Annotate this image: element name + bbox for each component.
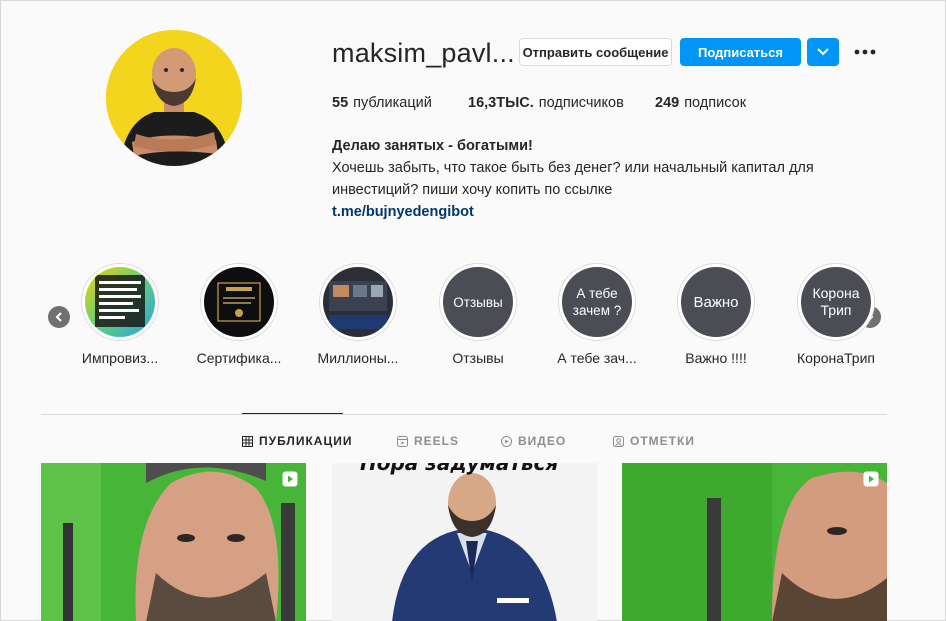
tab-label: ВИДЕО (518, 434, 567, 448)
reel-icon (863, 471, 879, 487)
highlight-item[interactable]: Импровиз... (60, 263, 180, 366)
post-image (622, 463, 887, 621)
highlight-cover: Важно (677, 263, 755, 341)
tab-tagged[interactable]: ОТМЕТКИ (613, 434, 695, 448)
highlight-cover-image (204, 267, 274, 337)
tab-label: ОТМЕТКИ (630, 434, 695, 448)
highlight-cover: Корона Трип (797, 263, 875, 341)
highlight-cover-text: Важно (681, 267, 751, 337)
highlight-label: КоронаТрип (797, 350, 875, 366)
highlight-item[interactable]: Важно Важно !!!! (656, 263, 776, 366)
follow-button[interactable]: Подписаться (680, 38, 801, 66)
stat-label: подписок (684, 95, 747, 111)
reel-icon (282, 471, 298, 487)
bio-line: Хочешь забыть, что такое быть без денег?… (332, 160, 814, 176)
highlight-item[interactable]: Миллионы... (298, 263, 418, 366)
more-options-button[interactable] (851, 39, 879, 65)
highlight-item[interactable]: Сертифика... (179, 263, 299, 366)
highlight-label: Важно !!!! (685, 350, 747, 366)
stat-followers[interactable]: 16,3ТЫС. подписчиков (468, 95, 655, 111)
tab-video[interactable]: ВИДЕО (501, 434, 566, 448)
stat-posts: 55 публикаций (332, 95, 468, 111)
highlight-cover-text: Отзывы (443, 267, 513, 337)
tabs-divider (41, 414, 887, 415)
highlight-cover (200, 263, 278, 341)
post-caption-text: Пора задуматься (360, 463, 559, 475)
highlight-cover (319, 263, 397, 341)
grid-icon (242, 435, 253, 447)
post-tile[interactable] (622, 463, 887, 621)
profile-bio: Делаю занятых - богатыми! Хочешь забыть,… (332, 135, 814, 223)
highlight-label: Импровиз... (81, 350, 159, 366)
highlight-cover-text: Корона Трип (801, 267, 871, 337)
highlight-label: А тебе зач... (557, 350, 637, 366)
highlight-cover-image (85, 267, 155, 337)
highlight-cover: Отзывы (439, 263, 517, 341)
highlight-item[interactable]: А тебе зачем ? А тебе зач... (537, 263, 657, 366)
tab-reels[interactable]: REELS (397, 434, 459, 448)
profile-stats: 55 публикаций 16,3ТЫС. подписчиков 249 п… (332, 95, 746, 111)
profile-username: maksim_pavl... (332, 38, 515, 68)
highlight-cover-image (323, 267, 393, 337)
highlight-cover: А тебе зачем ? (558, 263, 636, 341)
active-tab-indicator (242, 413, 343, 414)
stat-label: публикаций (353, 95, 432, 111)
highlight-label: Миллионы... (317, 350, 399, 366)
profile-avatar[interactable] (106, 30, 242, 166)
suggestions-dropdown-button[interactable] (807, 38, 839, 66)
tab-label: ПУБЛИКАЦИИ (259, 434, 353, 448)
highlight-label: Сертифика... (196, 350, 282, 366)
video-icon (501, 435, 512, 447)
highlight-item[interactable]: Корона Трип КоронаТрип (776, 263, 896, 366)
bio-title: Делаю занятых - богатыми! (332, 138, 533, 154)
post-image (332, 463, 597, 621)
highlight-cover (81, 263, 159, 341)
reels-icon (397, 435, 408, 447)
bio-link[interactable]: t.me/bujnyedengibot (332, 201, 814, 223)
tab-label: REELS (414, 434, 460, 448)
stat-label: подписчиков (538, 95, 624, 111)
chevron-down-icon (817, 48, 829, 56)
post-image (41, 463, 306, 621)
tab-posts[interactable]: ПУБЛИКАЦИИ (242, 434, 352, 448)
stat-count: 16,3ТЫС. (468, 95, 534, 111)
post-tile[interactable]: Пора задуматься (332, 463, 597, 621)
highlight-cover-text: А тебе зачем ? (562, 267, 632, 337)
send-message-button[interactable]: Отправить сообщение (519, 38, 672, 66)
more-dots-icon (854, 49, 876, 55)
highlight-label: Отзывы (452, 350, 504, 366)
tagged-icon (613, 435, 624, 447)
stat-count: 55 (332, 95, 349, 111)
highlight-item[interactable]: Отзывы Отзывы (418, 263, 538, 366)
stat-following[interactable]: 249 подписок (655, 95, 746, 111)
post-tile[interactable] (41, 463, 306, 621)
bio-line: инвестиций? пиши хочу копить по ссылке (332, 182, 613, 198)
stat-count: 249 (655, 95, 680, 111)
